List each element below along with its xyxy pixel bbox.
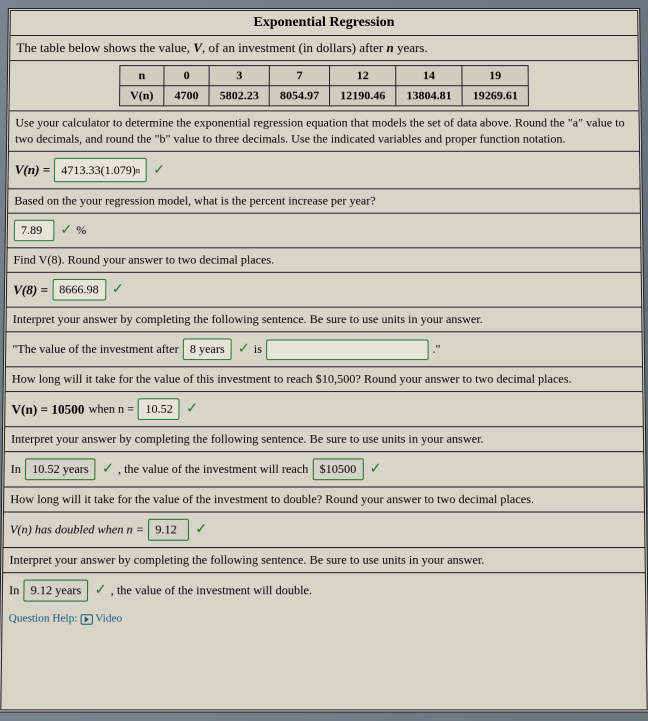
q5-row: V(n) = 10500 when n = 10.52 ✓	[5, 392, 643, 427]
table-cell: 8054.97	[269, 86, 329, 106]
help-row: Question Help: Video	[2, 608, 645, 629]
table-cell: 12	[330, 66, 396, 86]
q6-box2[interactable]: $10500	[312, 459, 363, 481]
q8-row: In 9.12 years ✓ , the value of the inves…	[3, 573, 646, 608]
table-cell: 3	[209, 66, 269, 86]
row-label: V(n)	[119, 86, 164, 106]
q6-prompt: Interpret your answer by completing the …	[5, 427, 643, 452]
subtitle-text: years.	[394, 40, 428, 55]
q4-lead: "The value of the investment after	[12, 342, 178, 357]
subtitle-text: , of an investment (in dollars) after	[202, 40, 387, 55]
var-v: V	[193, 40, 202, 55]
q3-row: V(8) = 8666.98 ✓	[7, 273, 641, 308]
q4-trail: ."	[433, 342, 441, 357]
page-title: Exponential Regression	[11, 11, 638, 36]
q2-row: 7.89 ✓ %	[8, 214, 641, 249]
q3-prompt: Find V(8). Round your answer to two deci…	[7, 249, 640, 274]
q8-mid: , the value of the investment will doubl…	[111, 583, 312, 599]
table-cell: 12190.46	[330, 86, 396, 106]
data-table: n 0 3 7 12 14 19 V(n) 4700 5802.23 8054.…	[119, 65, 529, 106]
q1-input[interactable]: 4713.33(1.079)n	[54, 158, 147, 182]
q6-box1[interactable]: 10.52 years	[25, 459, 96, 481]
check-icon: ✓	[112, 281, 124, 298]
help-label: Question Help:	[9, 612, 78, 625]
q6-lead: In	[11, 462, 21, 478]
q3-input[interactable]: 8666.98	[52, 279, 106, 301]
worksheet-frame: Exponential Regression The table below s…	[0, 8, 648, 713]
q8-box1[interactable]: 9.12 years	[23, 580, 88, 602]
table-cell: 19269.61	[462, 86, 528, 106]
video-icon	[80, 614, 92, 625]
q2-prompt: Based on the your regression model, what…	[8, 189, 640, 213]
table-cell: 7	[269, 66, 329, 86]
help-video-link[interactable]: Video	[95, 612, 122, 625]
row-label: n	[120, 66, 165, 86]
q1-row: V(n) = 4713.33(1.079)n ✓	[8, 152, 639, 190]
check-icon: ✓	[195, 521, 207, 539]
q7-prompt: How long will it take for the value of t…	[4, 488, 644, 513]
q5-label-b: when n =	[88, 402, 134, 418]
check-icon: ✓	[102, 461, 114, 479]
q6-row: In 10.52 years ✓ , the value of the inve…	[4, 452, 643, 487]
q4-row: "The value of the investment after 8 yea…	[6, 332, 642, 367]
check-icon: ✓	[238, 341, 250, 358]
q7-label: V(n) has doubled when n =	[10, 522, 144, 538]
q5-prompt: How long will it take for the value of t…	[6, 367, 643, 392]
q8-lead: In	[9, 583, 19, 599]
q1-label: V(n) =	[15, 162, 51, 178]
q2-unit: %	[76, 223, 86, 238]
check-icon: ✓	[60, 222, 72, 239]
instruction-text: Use your calculator to determine the exp…	[9, 111, 639, 152]
q7-input[interactable]: 9.12	[148, 519, 189, 541]
q5-label-a: V(n) = 10500	[11, 401, 84, 418]
table-cell: 5802.23	[209, 86, 269, 106]
data-table-wrap: n 0 3 7 12 14 19 V(n) 4700 5802.23 8054.…	[9, 61, 638, 111]
check-icon: ✓	[153, 162, 165, 179]
subtitle-text: The table below shows the value,	[16, 40, 193, 55]
q7-row: V(n) has doubled when n = 9.12 ✓	[4, 513, 645, 549]
table-row: n 0 3 7 12 14 19	[120, 66, 529, 86]
q4-mid: is	[254, 342, 262, 357]
table-cell: 13804.81	[396, 86, 462, 106]
q4-box2[interactable]	[266, 339, 429, 360]
q2-input[interactable]: 7.89	[14, 220, 55, 241]
q5-input[interactable]: 10.52	[138, 398, 180, 420]
check-icon: ✓	[370, 461, 382, 479]
var-n: n	[386, 40, 393, 55]
q4-box1[interactable]: 8 years	[183, 339, 232, 361]
q6-mid: , the value of the investment will reach	[118, 462, 309, 478]
check-icon: ✓	[94, 582, 106, 600]
q1-value: 4713.33(1.079)	[61, 163, 136, 178]
subtitle: The table below shows the value, V, of a…	[10, 36, 638, 61]
table-cell: 19	[462, 66, 528, 86]
table-row: V(n) 4700 5802.23 8054.97 12190.46 13804…	[119, 86, 528, 106]
table-cell: 14	[396, 66, 462, 86]
table-cell: 4700	[164, 86, 209, 106]
q4-prompt: Interpret your answer by completing the …	[6, 308, 641, 333]
table-cell: 0	[164, 66, 209, 86]
q3-label: V(8) =	[13, 282, 48, 298]
check-icon: ✓	[186, 401, 198, 419]
q1-exp: n	[136, 166, 140, 175]
q8-prompt: Interpret your answer by completing the …	[3, 548, 645, 573]
